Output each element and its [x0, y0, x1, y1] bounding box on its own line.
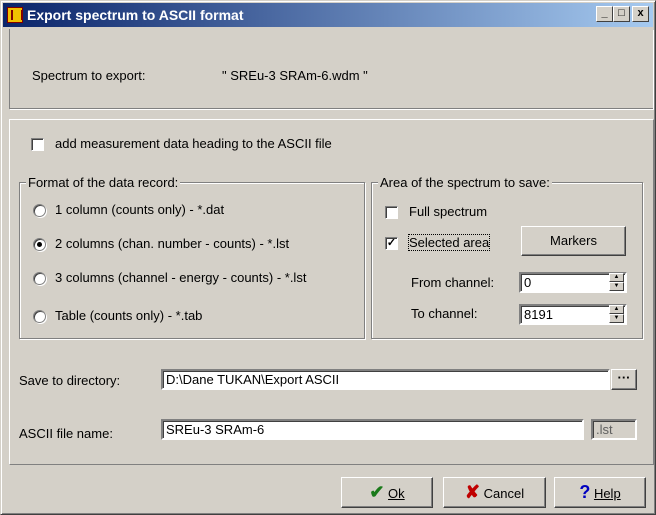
spin-up-icon[interactable]: ▲	[609, 305, 624, 314]
format-radio-3col[interactable]	[33, 272, 46, 285]
full-spectrum-label[interactable]: Full spectrum	[409, 204, 487, 219]
spin-up-icon[interactable]: ▲	[609, 273, 624, 282]
format-option-table[interactable]: Table (counts only) - *.tab	[55, 308, 202, 323]
ok-button[interactable]: ✔ Ok	[341, 477, 433, 508]
cancel-button-label: Cancel	[483, 486, 525, 501]
markers-button[interactable]: Markers	[521, 226, 626, 256]
from-channel-label: From channel:	[411, 275, 495, 290]
help-question-icon: ?	[579, 482, 591, 502]
selected-area-label[interactable]: Selected area	[407, 234, 491, 251]
title-bar[interactable]: Export spectrum to ASCII format _ □ x	[3, 3, 653, 27]
filename-input[interactable]: SREu-3 SRAm-6	[161, 419, 584, 440]
browse-directory-button[interactable]: ···	[611, 369, 637, 390]
format-option-1col[interactable]: 1 column (counts only) - *.dat	[55, 202, 224, 217]
format-option-2col[interactable]: 2 columns (chan. number - counts) - *.ls…	[55, 236, 289, 251]
to-channel-spinner[interactable]: ▲ ▼	[609, 305, 624, 324]
cancel-x-icon: ✘	[464, 482, 480, 502]
file-extension: .lst	[591, 419, 637, 440]
directory-label: Save to directory:	[19, 373, 121, 388]
format-radio-1col[interactable]	[33, 204, 46, 217]
spin-down-icon[interactable]: ▼	[609, 314, 624, 323]
help-button-label: Help	[593, 486, 621, 501]
format-legend: Format of the data record:	[26, 175, 181, 190]
filename-label: ASCII file name:	[19, 426, 113, 441]
minimize-button[interactable]: _	[596, 6, 613, 22]
spin-down-icon[interactable]: ▼	[609, 282, 624, 291]
window-title: Export spectrum to ASCII format	[27, 7, 244, 23]
help-button[interactable]: ? Help	[554, 477, 646, 508]
from-channel-spinner[interactable]: ▲ ▼	[609, 273, 624, 292]
ok-button-label: Ok	[388, 486, 405, 501]
selected-area-checkbox[interactable]: ✓	[385, 237, 398, 250]
checkmark-icon: ✔	[369, 482, 385, 502]
cancel-button[interactable]: ✘ Cancel	[443, 477, 546, 508]
area-legend: Area of the spectrum to save:	[378, 175, 552, 190]
maximize-button[interactable]: □	[613, 6, 630, 22]
app-icon	[7, 7, 23, 23]
full-spectrum-checkbox[interactable]	[385, 206, 398, 219]
export-dialog: Export spectrum to ASCII format _ □ x Sp…	[0, 0, 656, 515]
format-radio-table[interactable]	[33, 310, 46, 323]
format-option-3col[interactable]: 3 columns (channel - energy - counts) - …	[55, 270, 306, 285]
close-button[interactable]: x	[632, 6, 649, 22]
spectrum-filename: " SREu-3 SRAm-6.wdm "	[222, 68, 368, 83]
heading-checkbox-label[interactable]: add measurement data heading to the ASCI…	[55, 136, 332, 151]
heading-checkbox[interactable]	[31, 138, 44, 151]
directory-input[interactable]: D:\Dane TUKAN\Export ASCII	[161, 369, 610, 390]
format-radio-2col[interactable]	[33, 238, 46, 251]
spectrum-label: Spectrum to export:	[32, 68, 146, 83]
to-channel-label: To channel:	[411, 306, 478, 321]
